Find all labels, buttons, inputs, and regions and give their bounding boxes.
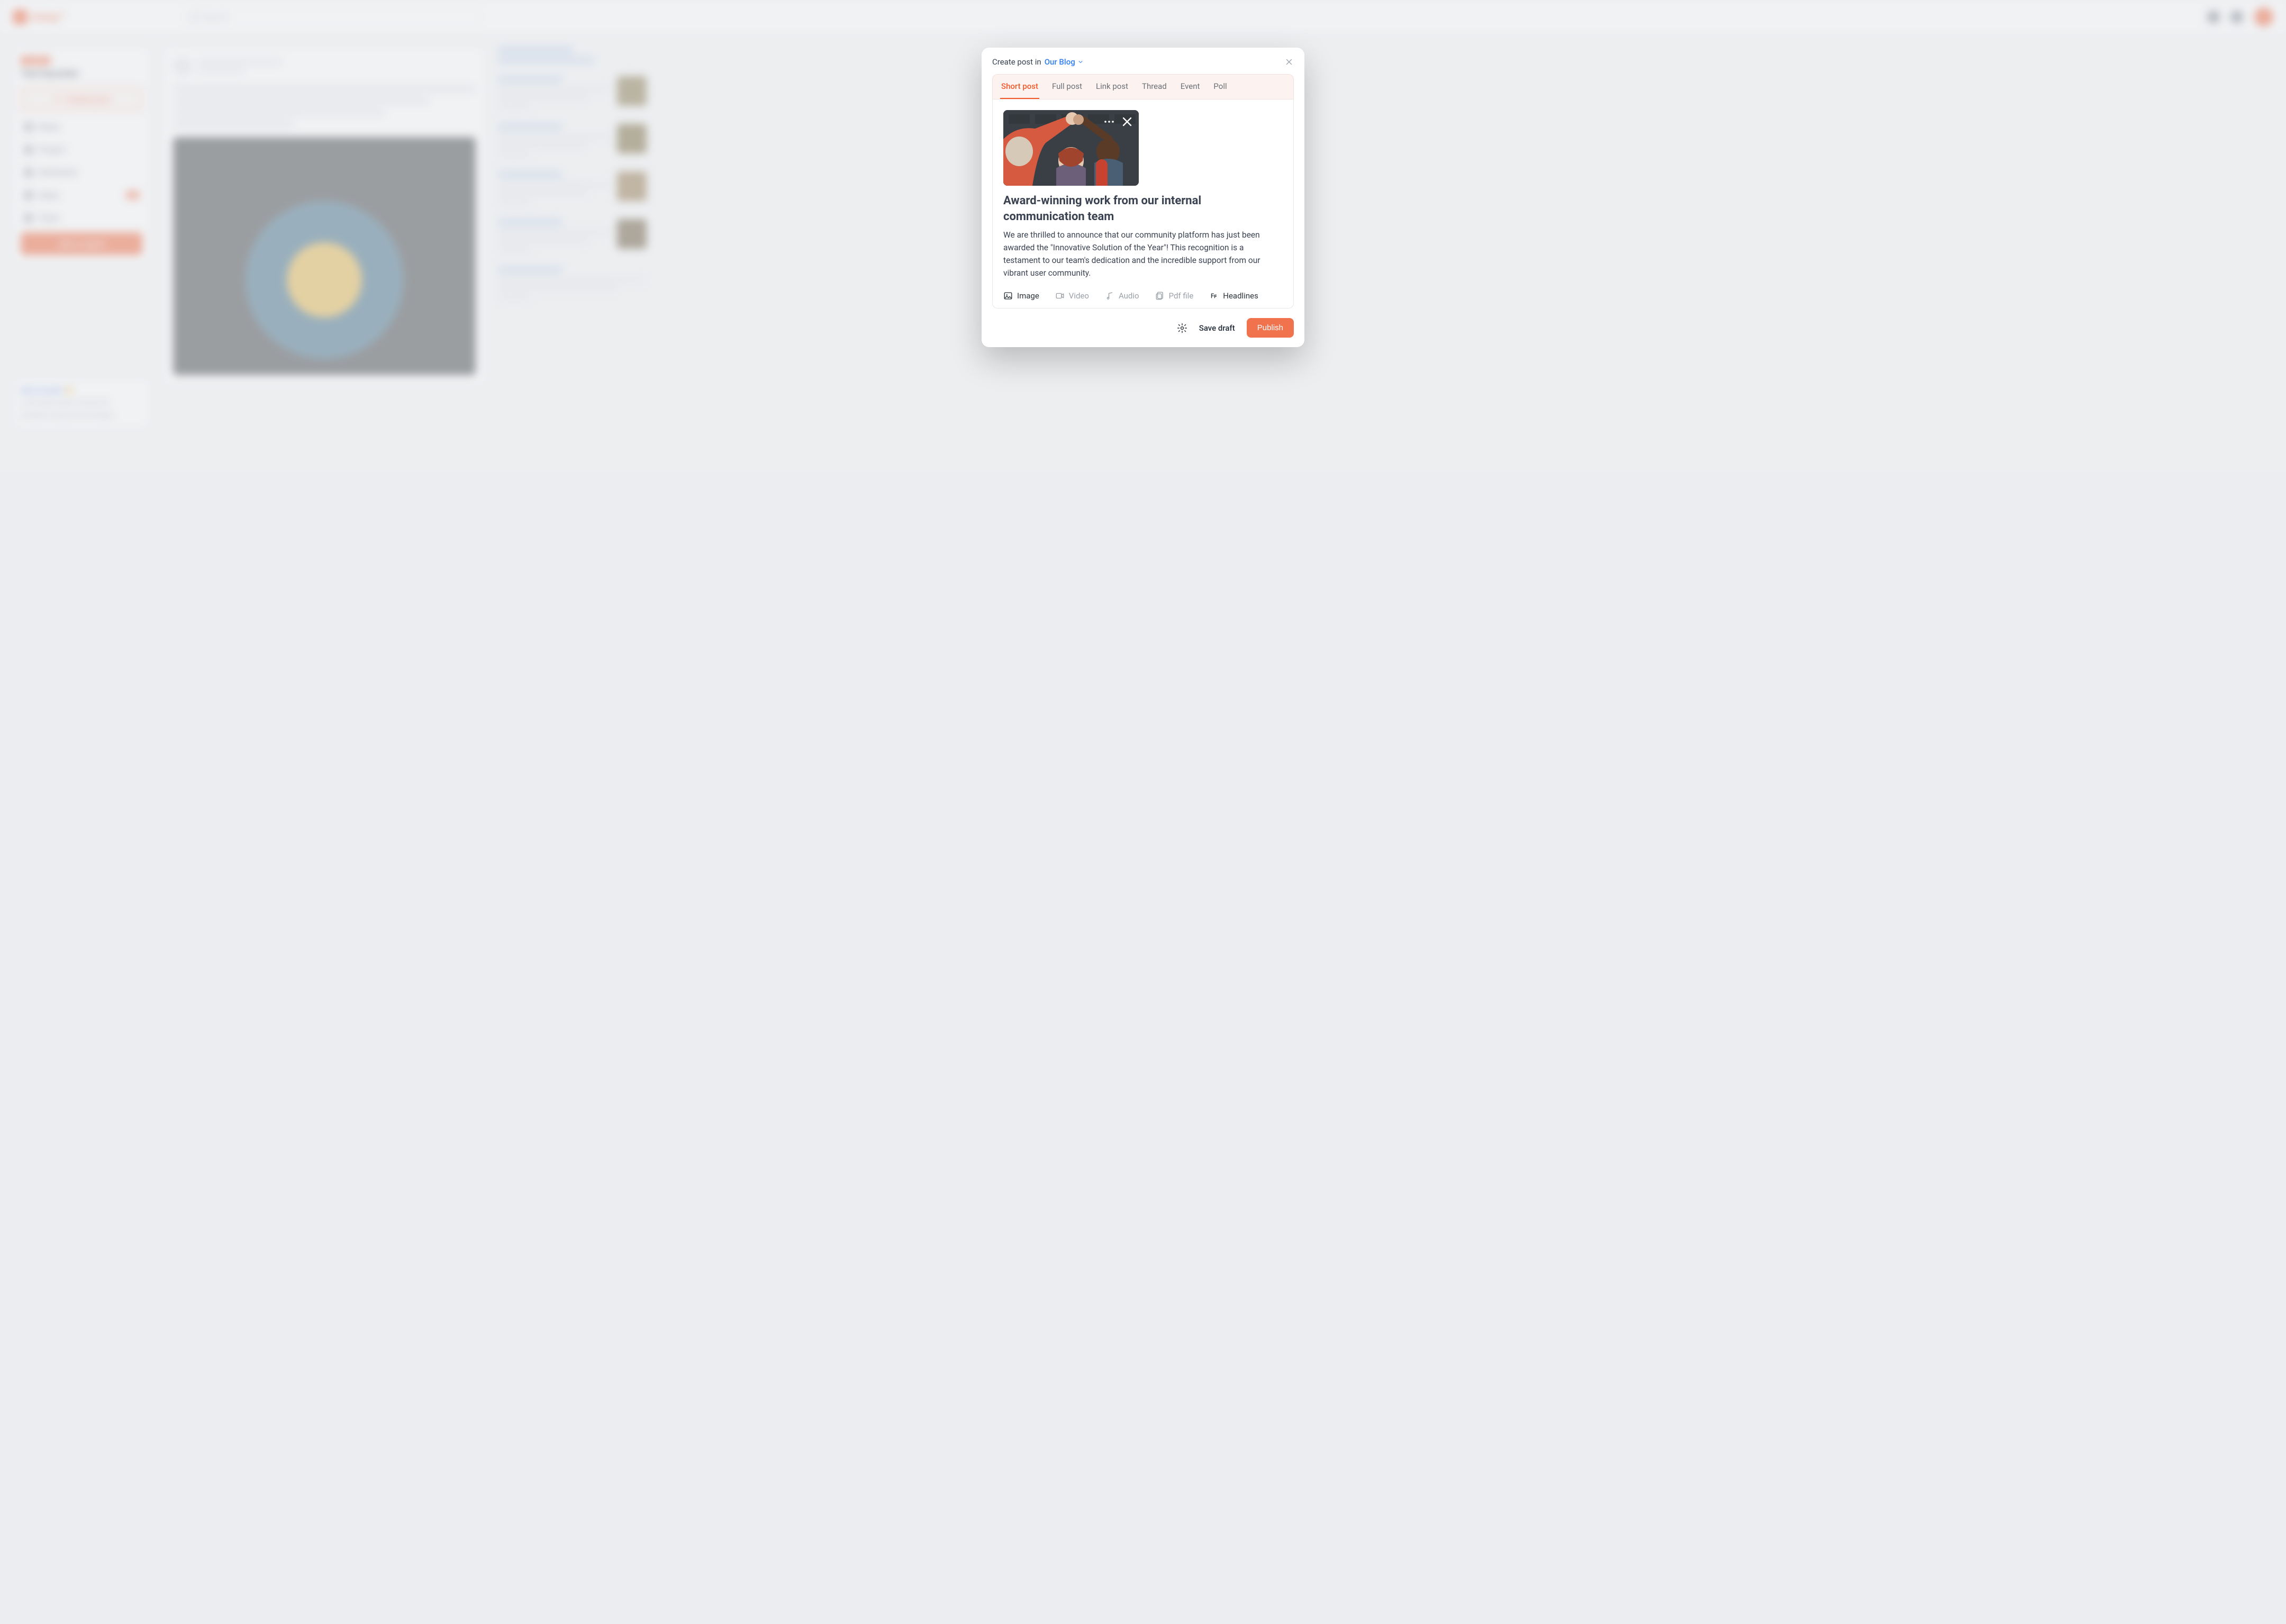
post-title-input[interactable]: Award-winning work from our internal com… xyxy=(1003,193,1283,224)
chevron-down-icon xyxy=(1077,59,1084,65)
pdf-icon xyxy=(1155,291,1165,301)
attach-image-button[interactable]: Image xyxy=(1003,291,1039,301)
more-horizontal-icon xyxy=(1103,115,1115,128)
image-icon xyxy=(1003,291,1013,301)
attach-headlines-label: Headlines xyxy=(1223,291,1258,301)
tab-thread[interactable]: Thread xyxy=(1141,75,1168,99)
publish-button[interactable]: Publish xyxy=(1247,318,1294,338)
post-editor: Award-winning work from our internal com… xyxy=(992,99,1294,309)
image-options-button[interactable] xyxy=(1103,115,1115,128)
modal-header: Create post in Our Blog xyxy=(992,57,1294,67)
tab-poll[interactable]: Poll xyxy=(1212,75,1228,99)
gear-icon xyxy=(1177,323,1187,333)
attach-headlines-button[interactable]: Headlines xyxy=(1209,291,1258,301)
attach-image-label: Image xyxy=(1017,291,1039,301)
tab-full-post[interactable]: Full post xyxy=(1051,75,1083,99)
blog-selector[interactable]: Our Blog xyxy=(1045,57,1084,67)
post-image-thumbnail xyxy=(1003,110,1139,186)
create-in-label: Create post in xyxy=(992,57,1041,67)
attach-video-label: Video xyxy=(1069,291,1089,301)
modal-footer: Save draft Publish xyxy=(992,318,1294,338)
image-remove-button[interactable] xyxy=(1121,115,1133,128)
attach-audio-button[interactable]: Audio xyxy=(1105,291,1139,301)
attach-pdf-button[interactable]: Pdf file xyxy=(1155,291,1194,301)
video-icon xyxy=(1055,291,1065,301)
blog-name: Our Blog xyxy=(1045,57,1075,67)
attachment-toolbar: Image Video Audio Pdf file Headlines xyxy=(1003,291,1283,301)
close-button[interactable] xyxy=(1284,57,1294,67)
close-icon xyxy=(1121,115,1133,128)
audio-icon xyxy=(1105,291,1114,301)
post-body-input[interactable]: We are thrilled to announce that our com… xyxy=(1003,229,1283,279)
headlines-icon xyxy=(1209,291,1219,301)
attach-pdf-label: Pdf file xyxy=(1169,291,1194,301)
attach-audio-label: Audio xyxy=(1119,291,1139,301)
modal-overlay: Create post in Our Blog Short post Full … xyxy=(0,0,2286,1624)
post-settings-button[interactable] xyxy=(1177,323,1187,333)
tab-short-post[interactable]: Short post xyxy=(1000,75,1039,99)
tab-event[interactable]: Event xyxy=(1180,75,1201,99)
save-draft-button[interactable]: Save draft xyxy=(1199,323,1235,333)
close-icon xyxy=(1284,57,1294,67)
create-post-modal: Create post in Our Blog Short post Full … xyxy=(982,48,1304,347)
tab-link-post[interactable]: Link post xyxy=(1095,75,1129,99)
attach-video-button[interactable]: Video xyxy=(1055,291,1089,301)
post-type-tabs: Short post Full post Link post Thread Ev… xyxy=(992,74,1294,99)
